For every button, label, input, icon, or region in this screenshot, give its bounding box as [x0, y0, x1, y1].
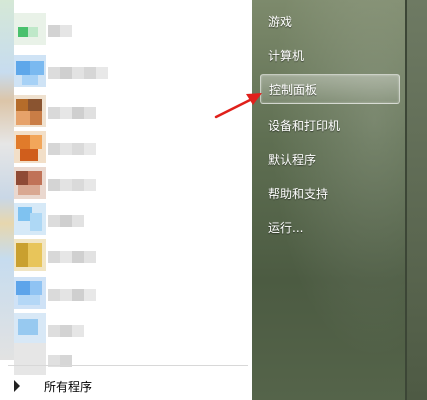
annotation-arrow-icon: [214, 93, 262, 119]
